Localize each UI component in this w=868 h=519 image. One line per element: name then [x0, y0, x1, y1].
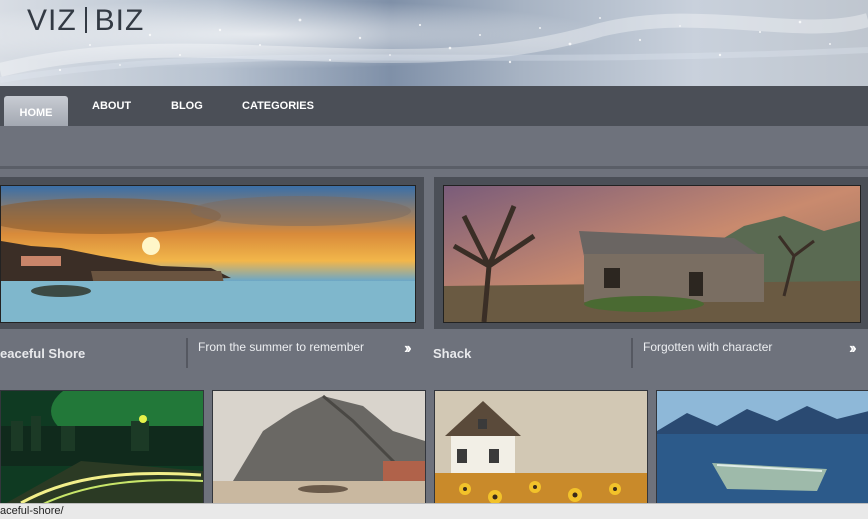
slide-caption-shack: Forgotten with character: [643, 340, 773, 354]
slide-title-shore[interactable]: eaceful Shore: [0, 346, 85, 361]
thumbnail-farmhouse[interactable]: [434, 390, 648, 507]
thumbnail-lake-boat[interactable]: [656, 390, 868, 507]
nav-item-home[interactable]: HOME: [4, 96, 68, 130]
slide-caption-shore: From the summer to remember: [198, 340, 365, 354]
nav-item-categories[interactable]: CATEGORIES: [242, 86, 314, 126]
thumbnail-cliff-beach[interactable]: [212, 390, 426, 507]
thumbnail-city-night[interactable]: [0, 390, 204, 507]
double-chevron-right-icon[interactable]: ››: [404, 340, 411, 358]
logo-separator: [84, 7, 87, 33]
nav-item-blog[interactable]: BLOG: [171, 86, 203, 126]
site-logo[interactable]: VIZ BIZ: [27, 4, 144, 38]
browser-status-bar: aceful-shore/: [0, 503, 868, 519]
slide-image-peaceful-shore[interactable]: [0, 185, 416, 323]
site-header: VIZ BIZ: [0, 0, 868, 86]
nav-item-about[interactable]: ABOUT: [92, 86, 131, 126]
divider: [0, 166, 868, 169]
main-nav: HOME ABOUT BLOG CATEGORIES: [0, 86, 868, 130]
caption-divider: [631, 338, 633, 368]
slide-image-shack[interactable]: [443, 185, 861, 323]
slide-title-shack[interactable]: Shack: [433, 346, 471, 361]
double-chevron-right-icon[interactable]: ››: [849, 340, 856, 358]
logo-text-right: BIZ: [94, 4, 145, 37]
sub-bar: [0, 126, 868, 166]
caption-divider: [186, 338, 188, 368]
status-url: aceful-shore/: [0, 505, 64, 517]
logo-text-left: VIZ: [27, 4, 77, 37]
